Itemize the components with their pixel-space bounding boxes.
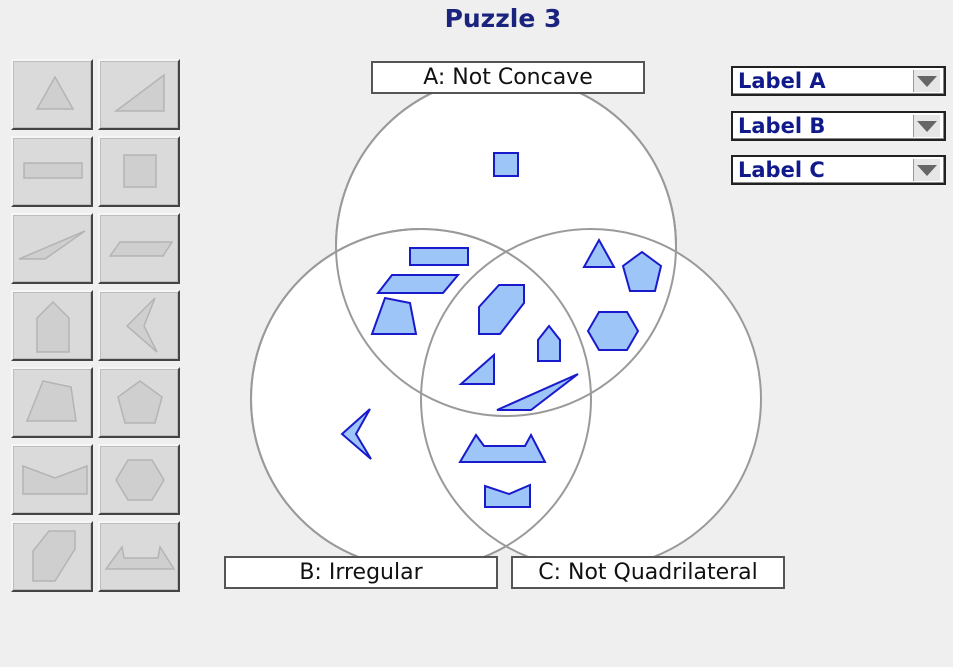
placed-rectangle[interactable]	[409, 247, 469, 266]
dropdown-label: Label C	[738, 158, 825, 182]
placed-square[interactable]	[493, 152, 519, 177]
dropdown-label: Label A	[738, 69, 826, 93]
chevron-down-icon[interactable]	[913, 70, 940, 92]
set-b-label: B: Irregular	[224, 556, 498, 589]
dropdown-label: Label B	[738, 114, 826, 138]
label-b-dropdown[interactable]: Label B	[731, 111, 946, 141]
set-c-label: C: Not Quadrilateral	[511, 556, 785, 589]
placed-regular-hexagon[interactable]	[586, 311, 640, 351]
chevron-down-icon[interactable]	[913, 159, 940, 181]
chevron-down-icon[interactable]	[913, 115, 940, 137]
label-c-dropdown[interactable]: Label C	[731, 155, 946, 185]
label-a-dropdown[interactable]: Label A	[731, 66, 946, 96]
placed-parallelogram[interactable]	[375, 274, 461, 294]
set-a-label: A: Not Concave	[371, 61, 645, 94]
